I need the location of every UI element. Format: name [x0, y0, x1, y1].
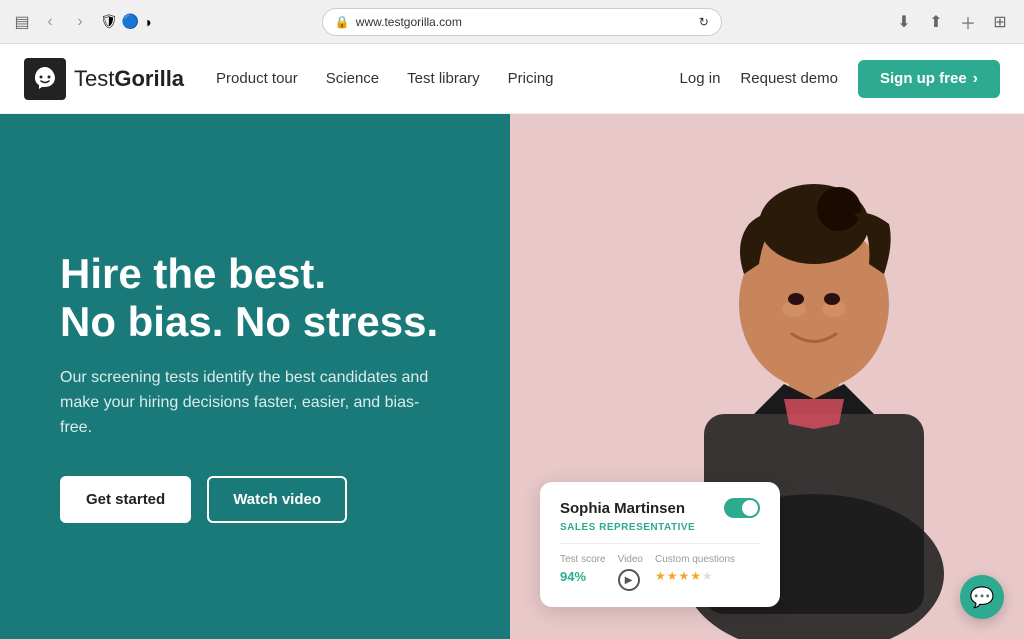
star-rating: ★★★★★	[655, 569, 735, 583]
grid-button[interactable]: ⊞	[988, 10, 1012, 34]
nav-actions: Log in Request demo Sign up free ›	[680, 60, 1000, 98]
nav-links: Product tour Science Test library Pricin…	[216, 70, 680, 87]
browser-actions: ⬇ ⬆ ＋ ⊞	[892, 10, 1012, 34]
hero-section: Hire the best. No bias. No stress. Our s…	[0, 114, 1024, 639]
nav-product-tour[interactable]: Product tour	[216, 70, 298, 87]
metric-custom: Custom questions ★★★★★	[655, 554, 735, 591]
nav-science[interactable]: Science	[326, 70, 379, 87]
logo-icon	[24, 58, 66, 100]
arrow-icon: ›	[973, 70, 978, 88]
sidebar-toggle-button[interactable]: ▤	[12, 12, 32, 32]
chat-icon: 💬	[970, 585, 995, 610]
download-button[interactable]: ⬇	[892, 10, 916, 34]
shield-blue-icon: 🛡	[100, 13, 118, 30]
url-section: 🔒 www.testgorilla.com ↻	[160, 8, 884, 36]
hero-left: Hire the best. No bias. No stress. Our s…	[0, 114, 510, 639]
circle-blue-icon: 🔵	[122, 13, 139, 30]
security-icons: 🛡 🔵 ◑	[100, 13, 152, 30]
metric-score: Test score 94%	[560, 554, 606, 591]
share-button[interactable]: ⬆	[924, 10, 948, 34]
chat-bubble-button[interactable]: 💬	[960, 575, 1004, 619]
browser-chrome: ▤ ‹ › 🛡 🔵 ◑ 🔒 www.testgorilla.com ↻ ⬇ ⬆ …	[0, 0, 1024, 44]
candidate-card: Sophia Martinsen SALES REPRESENTATIVE Te…	[540, 482, 780, 607]
refresh-icon: ↻	[699, 15, 709, 29]
card-divider	[560, 543, 760, 544]
lock-icon: 🔒	[335, 15, 350, 29]
logo-text: TestGorilla	[74, 66, 184, 92]
logo[interactable]: TestGorilla	[24, 58, 184, 100]
candidate-role: SALES REPRESENTATIVE	[560, 522, 760, 533]
new-tab-button[interactable]: ＋	[956, 10, 980, 34]
watch-video-button[interactable]: Watch video	[207, 476, 347, 523]
sidebar-icon: ▤	[14, 12, 29, 32]
shield-half-icon: ◑	[143, 14, 151, 30]
hero-right: Sophia Martinsen SALES REPRESENTATIVE Te…	[510, 114, 1024, 639]
hero-buttons: Get started Watch video	[60, 476, 450, 523]
metric-video: Video ▶	[618, 554, 643, 591]
card-header: Sophia Martinsen	[560, 498, 760, 518]
forward-button[interactable]: ›	[68, 10, 92, 34]
get-started-button[interactable]: Get started	[60, 476, 191, 523]
toggle-knob	[742, 500, 758, 516]
browser-controls: ▤ ‹ ›	[12, 10, 92, 34]
back-button[interactable]: ‹	[38, 10, 62, 34]
request-demo-button[interactable]: Request demo	[740, 70, 838, 87]
url-text: www.testgorilla.com	[356, 15, 462, 29]
card-metrics: Test score 94% Video ▶ Custom questions …	[560, 554, 760, 591]
nav-pricing[interactable]: Pricing	[508, 70, 554, 87]
hero-subtext: Our screening tests identify the best ca…	[60, 366, 440, 440]
video-play-icon[interactable]: ▶	[618, 569, 640, 591]
signup-button[interactable]: Sign up free ›	[858, 60, 1000, 98]
toggle-switch[interactable]	[724, 498, 760, 518]
login-button[interactable]: Log in	[680, 70, 721, 87]
candidate-name: Sophia Martinsen	[560, 500, 685, 517]
hero-heading: Hire the best. No bias. No stress.	[60, 250, 450, 347]
url-bar[interactable]: 🔒 www.testgorilla.com ↻	[322, 8, 722, 36]
site-nav: TestGorilla Product tour Science Test li…	[0, 44, 1024, 114]
nav-test-library[interactable]: Test library	[407, 70, 480, 87]
